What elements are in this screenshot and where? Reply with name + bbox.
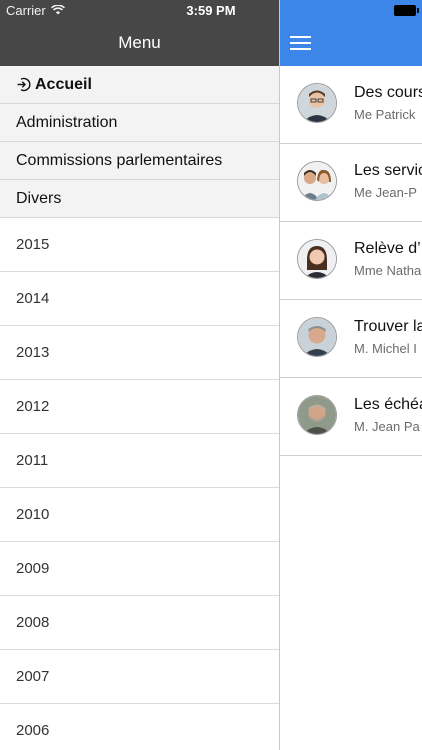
year-item-2011[interactable]: 2011	[0, 434, 279, 488]
list-item[interactable]: Les échéa M. Jean Pa	[280, 378, 422, 456]
item-author: M. Michel I	[354, 341, 417, 356]
year-label: 2012	[16, 398, 50, 415]
year-item-2006[interactable]: 2006	[0, 704, 279, 750]
year-item-2014[interactable]: 2014	[0, 272, 279, 326]
year-item-2010[interactable]: 2010	[0, 488, 279, 542]
hamburger-menu-icon[interactable]	[290, 36, 311, 50]
avatar	[297, 83, 337, 123]
year-item-2007[interactable]: 2007	[0, 650, 279, 704]
year-item-2008[interactable]: 2008	[0, 596, 279, 650]
item-author: Mme Natha	[354, 263, 422, 278]
battery-icon	[394, 5, 419, 16]
item-title: Relève d’	[354, 240, 421, 257]
main-panel: Des cours Me Patrick Les servic Me Jean-…	[280, 0, 422, 750]
menu-item-accueil[interactable]: Accueil	[0, 66, 279, 104]
item-author: Me Patrick	[354, 107, 416, 122]
menu-item-administration[interactable]: Administration	[0, 104, 279, 142]
menu-item-label: Divers	[16, 189, 62, 207]
avatar	[297, 395, 337, 435]
year-item-2009[interactable]: 2009	[0, 542, 279, 596]
login-arrow-icon	[16, 77, 31, 92]
status-bar: Carrier 3:59 PM	[0, 0, 422, 22]
year-item-2013[interactable]: 2013	[0, 326, 279, 380]
avatar	[297, 161, 337, 201]
list-item[interactable]: Trouver la M. Michel I	[280, 300, 422, 378]
year-label: 2008	[16, 614, 50, 631]
list-item[interactable]: Relève d’ Mme Natha	[280, 222, 422, 300]
year-item-2015[interactable]: 2015	[0, 218, 279, 272]
year-label: 2015	[16, 236, 50, 253]
menu-item-divers[interactable]: Divers	[0, 180, 279, 218]
item-title: Trouver la	[354, 318, 422, 335]
list-item[interactable]: Des cours Me Patrick	[280, 66, 422, 144]
item-author: Me Jean-P	[354, 185, 417, 200]
menu-title: Menu	[118, 33, 161, 52]
item-title: Les servic	[354, 162, 422, 179]
menu-item-label: Administration	[16, 113, 118, 131]
item-title: Des cours	[354, 84, 422, 101]
status-time: 3:59 PM	[186, 3, 236, 18]
year-label: 2007	[16, 668, 50, 685]
menu-item-label: Accueil	[35, 75, 92, 93]
year-item-2012[interactable]: 2012	[0, 380, 279, 434]
year-label: 2011	[16, 452, 49, 469]
item-title: Les échéa	[354, 396, 422, 413]
item-author: M. Jean Pa	[354, 419, 420, 434]
avatar	[297, 239, 337, 279]
avatar	[297, 317, 337, 357]
year-label: 2014	[16, 290, 50, 307]
year-label: 2010	[16, 506, 50, 523]
menu-item-label: Commissions parlementaires	[16, 151, 223, 169]
year-label: 2009	[16, 560, 50, 577]
side-menu: Menu Accueil Administration Commissions …	[0, 0, 280, 750]
menu-item-commissions[interactable]: Commissions parlementaires	[0, 142, 279, 180]
year-label: 2006	[16, 722, 50, 739]
year-label: 2013	[16, 344, 50, 361]
list-item[interactable]: Les servic Me Jean-P	[280, 144, 422, 222]
